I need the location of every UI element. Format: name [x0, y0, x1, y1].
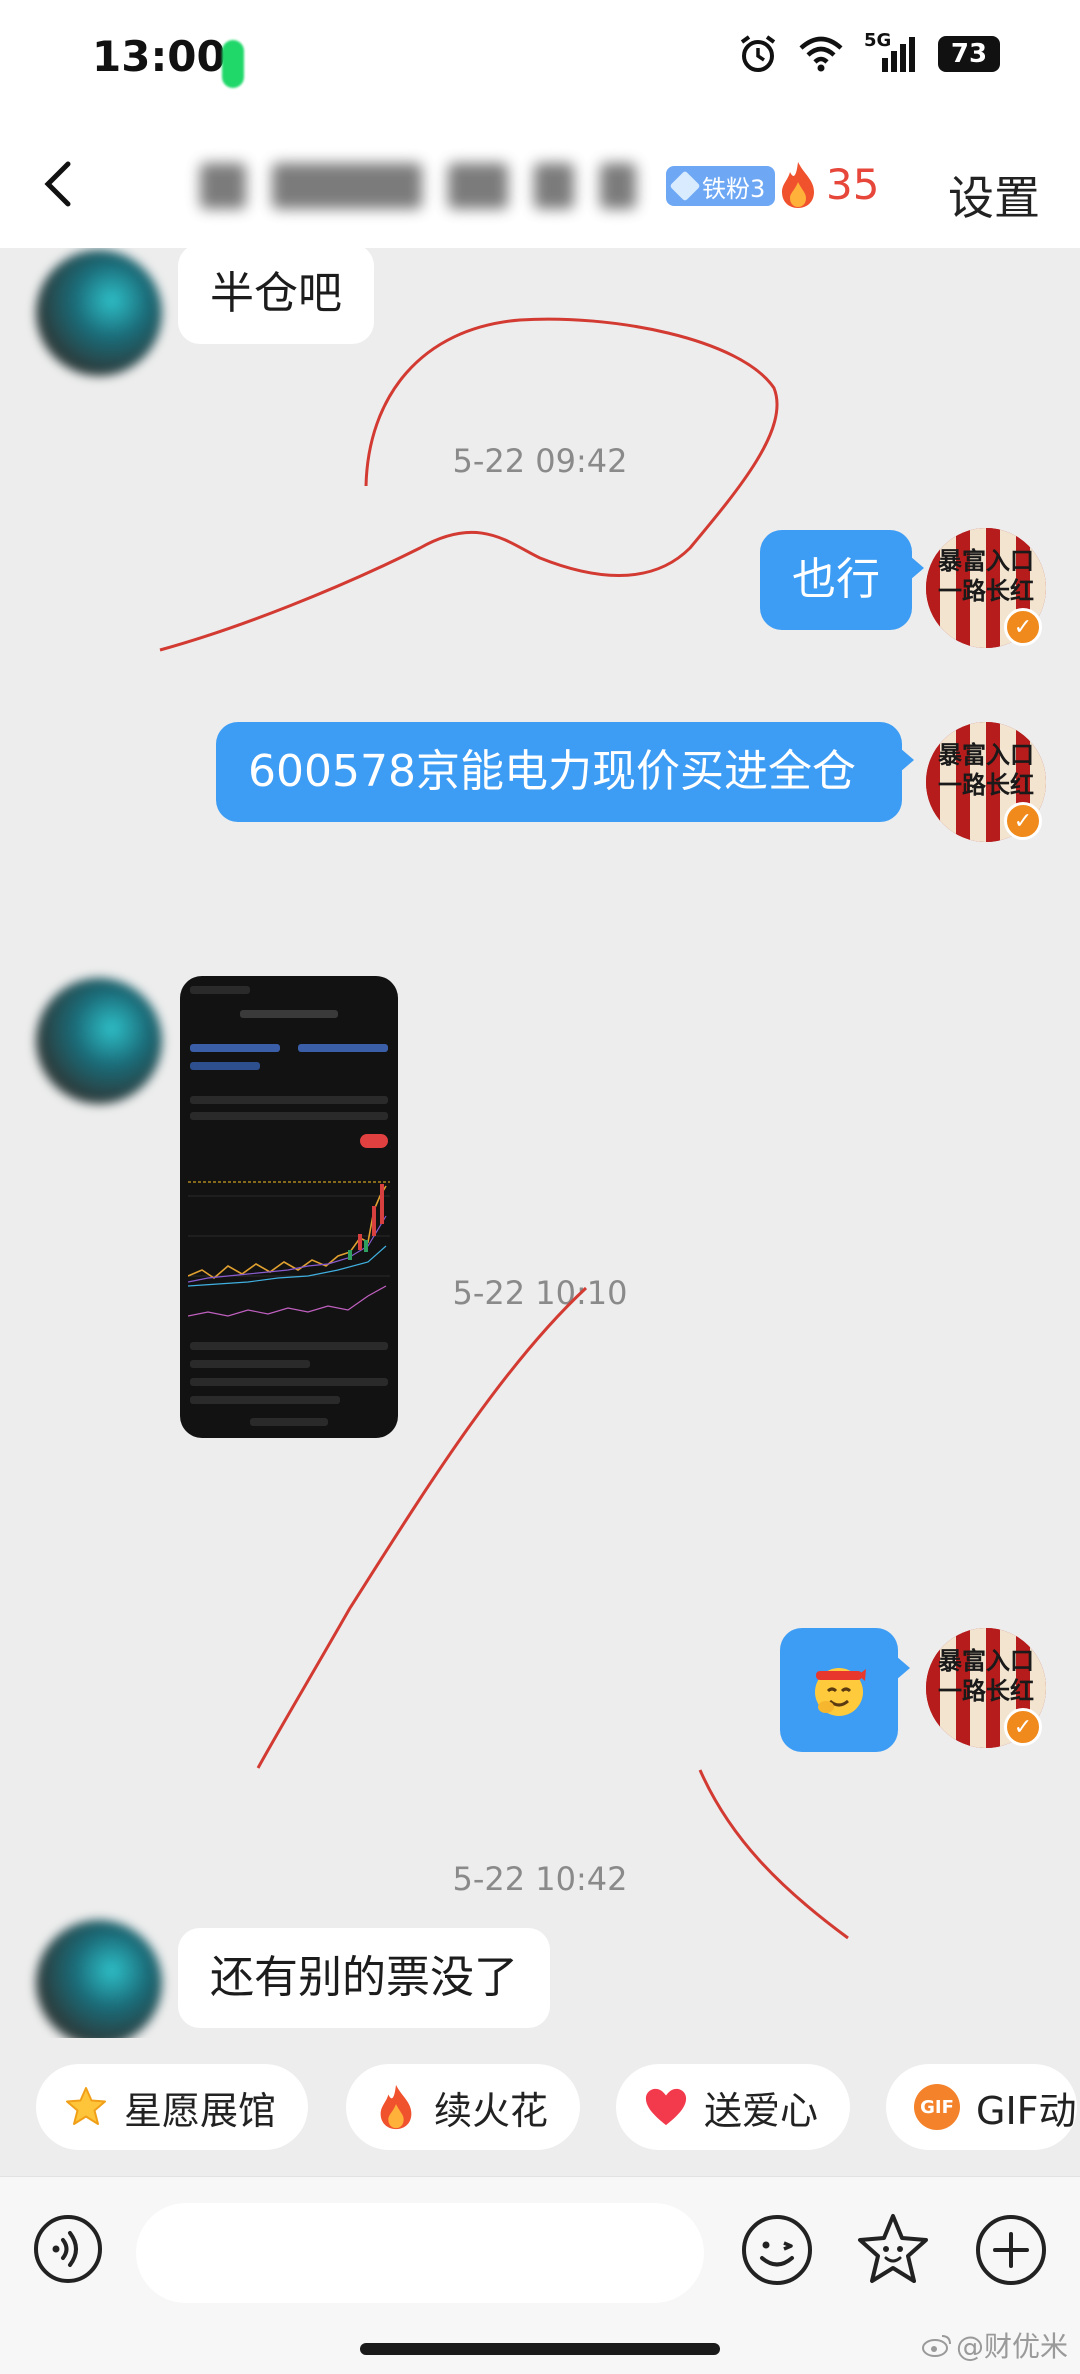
- more-options-icon[interactable]: [974, 2213, 1048, 2287]
- wifi-icon: [799, 36, 843, 72]
- quick-action-label: GIF动: [976, 2088, 1077, 2133]
- chat-header: 铁粉3 35 设置: [0, 120, 1080, 248]
- quick-action-send-heart[interactable]: 送爱心: [616, 2064, 851, 2150]
- contact-name-redacted: [200, 160, 660, 212]
- quick-actions-row: 星愿展馆 续火花 送爱心 GIF GIF动: [0, 2064, 1080, 2152]
- fan-level-label: 铁粉3: [702, 174, 766, 203]
- diamond-icon: [669, 170, 701, 202]
- message-input[interactable]: [136, 2203, 704, 2303]
- sticker-icon[interactable]: [854, 2211, 932, 2289]
- red-annotation-strokes: [159, 317, 849, 1940]
- gif-icon: GIF: [914, 2084, 960, 2130]
- watermark: @财优米: [921, 2325, 1068, 2365]
- voice-input-icon[interactable]: [32, 2213, 104, 2285]
- star-icon: [64, 2085, 108, 2129]
- quick-action-label: 续火花: [434, 2088, 549, 2133]
- home-indicator[interactable]: [360, 2343, 720, 2355]
- message-composer: @财优米: [0, 2176, 1080, 2374]
- cellular-signal-icon: 5G: [864, 30, 918, 74]
- fire-icon: [782, 162, 814, 208]
- status-bar: 13:00 5G 73: [0, 0, 1080, 120]
- chat-message-list[interactable]: 半仓吧 5-22 09:42 也行 暴富入口 一路长红 ✓ 600578京能电力现…: [0, 248, 1080, 2038]
- battery-indicator: 73: [938, 36, 1000, 72]
- status-icons: 5G 73: [738, 30, 1000, 74]
- emoji-icon[interactable]: [740, 2213, 814, 2287]
- active-call-indicator: [222, 40, 244, 88]
- weibo-logo-icon: [921, 2335, 951, 2357]
- settings-button[interactable]: 设置: [948, 162, 1040, 228]
- quick-action-label: 送爱心: [704, 2088, 819, 2133]
- spark-streak-count: 35: [826, 160, 880, 209]
- quick-action-continue-spark[interactable]: 续火花: [346, 2064, 581, 2150]
- back-arrow-icon[interactable]: [34, 156, 90, 212]
- quick-action-label: 星愿展馆: [124, 2088, 277, 2133]
- watermark-text: @财优米: [955, 2330, 1068, 2363]
- heart-icon: [644, 2085, 688, 2129]
- alarm-icon: [740, 35, 776, 72]
- fire-icon: [374, 2084, 418, 2130]
- quick-action-wishlist[interactable]: 星愿展馆: [36, 2064, 309, 2150]
- quick-action-gif[interactable]: GIF GIF动: [886, 2064, 1077, 2150]
- fan-level-badge: 铁粉3: [666, 166, 776, 206]
- status-time: 13:00: [92, 32, 226, 81]
